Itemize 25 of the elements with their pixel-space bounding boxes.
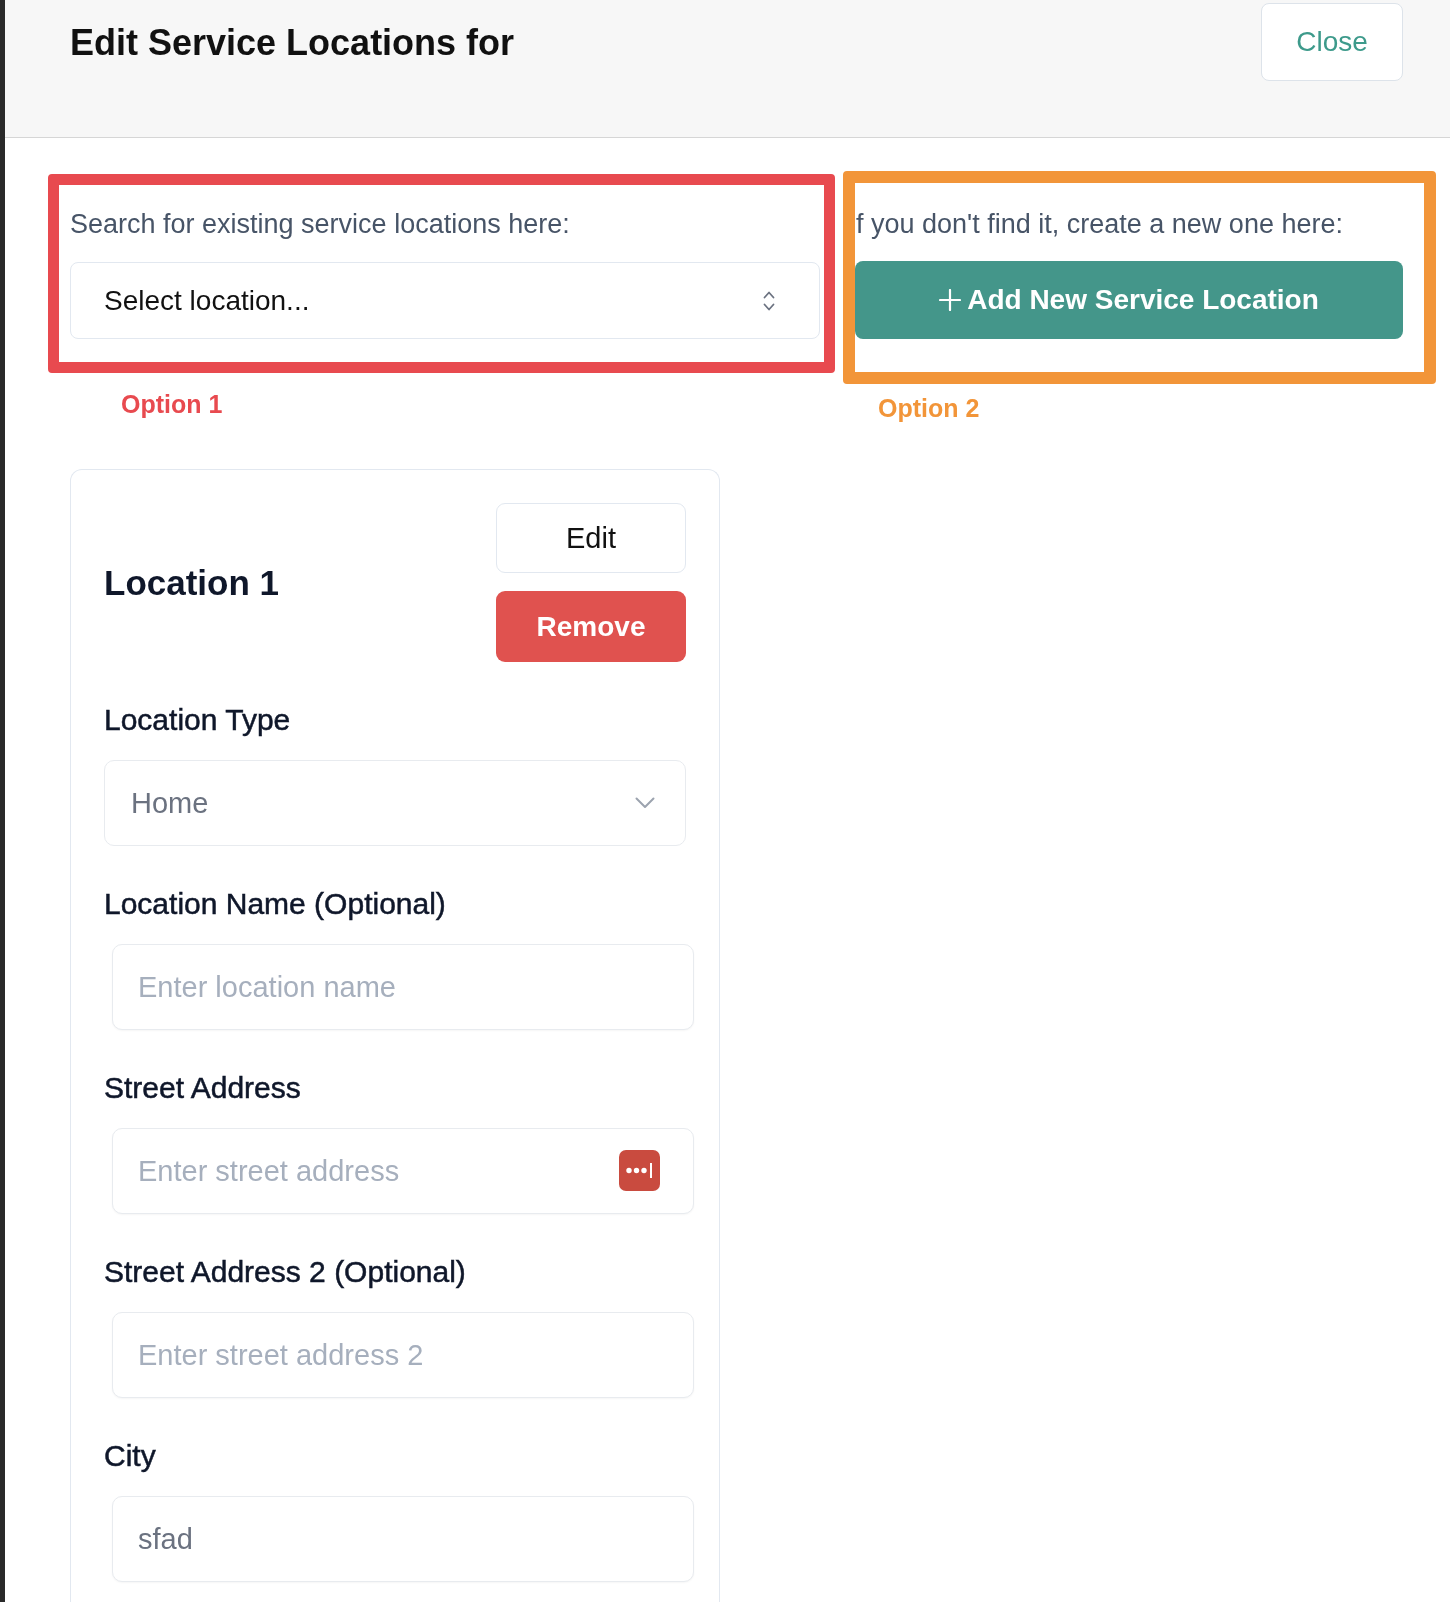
prompt-text: f you don't find it, create a new one here:	[855, 208, 1344, 240]
close-button[interactable]: Close	[1261, 3, 1403, 81]
field-label: Street Address	[104, 1071, 302, 1105]
chevron-down-icon	[635, 797, 655, 809]
plus-icon	[939, 289, 962, 311]
ellipsis-badge-icon[interactable]	[619, 1150, 660, 1191]
prompt-text: Search for existing service locations here:	[70, 208, 571, 240]
input-field[interactable]: sfad	[112, 1496, 694, 1582]
field-label: Location Name (Optional)	[104, 887, 447, 921]
up-down-chevron-icon	[763, 289, 775, 312]
location-search-select[interactable]: Select location...	[70, 262, 820, 339]
field-label: Street Address 2 (Optional)	[104, 1255, 467, 1289]
option-label: Option 2	[878, 393, 980, 423]
input-field[interactable]: Enter street address 2	[112, 1312, 694, 1398]
field-label: Location Type	[104, 703, 292, 737]
edit-button[interactable]: Edit	[496, 503, 686, 573]
option-label: Option 1	[121, 389, 223, 419]
input-field[interactable]: Enter location name	[112, 944, 694, 1030]
input-field[interactable]: Enter street address	[112, 1128, 694, 1214]
select-field[interactable]: Home	[104, 760, 686, 846]
card-title: Location 1	[104, 562, 280, 603]
field-label: City	[104, 1439, 157, 1473]
remove-button[interactable]: Remove	[496, 591, 686, 662]
add-location-button[interactable]: Add New Service Location	[855, 261, 1403, 339]
modal-title: Edit Service Locations for	[70, 21, 515, 65]
